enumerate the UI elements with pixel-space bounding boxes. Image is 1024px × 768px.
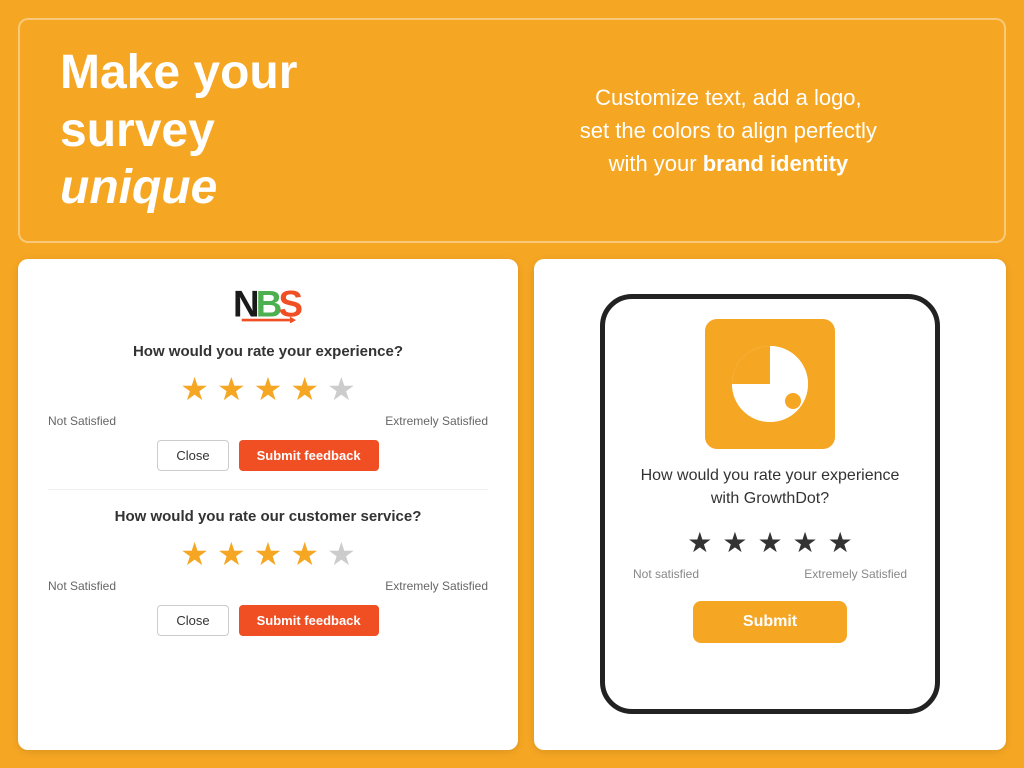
phone-star-2[interactable]: ★	[722, 526, 747, 559]
buttons-row-1: Close Submit feedback	[48, 440, 488, 471]
banner-left: Make your survey unique	[60, 44, 453, 217]
survey-section-2: How would you rate our customer service?…	[48, 508, 488, 636]
satisfaction-labels-1: Not Satisfied Extremely Satisfied	[48, 414, 488, 428]
stars-row-1[interactable]: ★ ★ ★ ★ ★	[48, 370, 488, 408]
phone-label-extremely-satisfied: Extremely Satisfied	[804, 567, 907, 581]
growthdot-logo-box	[705, 319, 835, 449]
phone-mockup: How would you rate your experience with …	[600, 294, 940, 714]
close-button-1[interactable]: Close	[157, 440, 228, 471]
banner-text1: Customize text, add a logo,	[595, 85, 862, 110]
phone-star-5[interactable]: ★	[828, 526, 853, 559]
satisfaction-labels-2: Not Satisfied Extremely Satisfied	[48, 579, 488, 593]
banner-text-bold: brand identity	[703, 151, 848, 176]
banner-right: Customize text, add a logo, set the colo…	[493, 81, 964, 180]
star-2-5[interactable]: ★	[327, 535, 356, 573]
label-not-satisfied-2: Not Satisfied	[48, 579, 116, 593]
label-not-satisfied-1: Not Satisfied	[48, 414, 116, 428]
survey-section-1: How would you rate your experience? ★ ★ …	[48, 343, 488, 471]
banner-line2: survey	[60, 104, 215, 157]
phone-star-1[interactable]: ★	[687, 526, 712, 559]
phone-label-not-satisfied: Not satisfied	[633, 567, 699, 581]
banner-text3: with your	[609, 151, 703, 176]
banner-line3: unique	[60, 161, 217, 214]
star-1-5[interactable]: ★	[327, 370, 356, 408]
star-1-2[interactable]: ★	[217, 370, 246, 408]
star-1-4[interactable]: ★	[290, 370, 319, 408]
star-2-2[interactable]: ★	[217, 535, 246, 573]
growthdot-logo-svg	[725, 339, 815, 429]
label-extremely-satisfied-2: Extremely Satisfied	[385, 579, 488, 593]
bottom-row: N B S How would you rate your experience…	[18, 259, 1006, 750]
phone-question: How would you rate your experience with …	[633, 465, 907, 510]
close-button-2[interactable]: Close	[157, 605, 228, 636]
star-2-4[interactable]: ★	[290, 535, 319, 573]
divider	[48, 489, 488, 490]
star-2-1[interactable]: ★	[180, 535, 209, 573]
phone-submit-button[interactable]: Submit	[693, 601, 847, 643]
stars-row-2[interactable]: ★ ★ ★ ★ ★	[48, 535, 488, 573]
banner-text2: set the colors to align perfectly	[580, 118, 877, 143]
submit-button-1[interactable]: Submit feedback	[239, 440, 379, 471]
right-card: How would you rate your experience with …	[534, 259, 1006, 750]
top-banner: Make your survey unique Customize text, …	[18, 18, 1006, 243]
phone-satisfaction-labels: Not satisfied Extremely Satisfied	[633, 567, 907, 581]
phone-star-3[interactable]: ★	[757, 526, 782, 559]
label-extremely-satisfied-1: Extremely Satisfied	[385, 414, 488, 428]
survey-question-2: How would you rate our customer service?	[48, 508, 488, 525]
star-2-3[interactable]: ★	[254, 535, 283, 573]
star-1-1[interactable]: ★	[180, 370, 209, 408]
left-card: N B S How would you rate your experience…	[18, 259, 518, 750]
buttons-row-2: Close Submit feedback	[48, 605, 488, 636]
survey-question-1: How would you rate your experience?	[48, 343, 488, 360]
nbs-logo: N B S	[48, 283, 488, 323]
star-1-3[interactable]: ★	[254, 370, 283, 408]
banner-line1: Make your	[60, 46, 297, 99]
submit-button-2[interactable]: Submit feedback	[239, 605, 379, 636]
phone-star-4[interactable]: ★	[793, 526, 818, 559]
phone-stars-row[interactable]: ★ ★ ★ ★ ★	[687, 526, 853, 559]
